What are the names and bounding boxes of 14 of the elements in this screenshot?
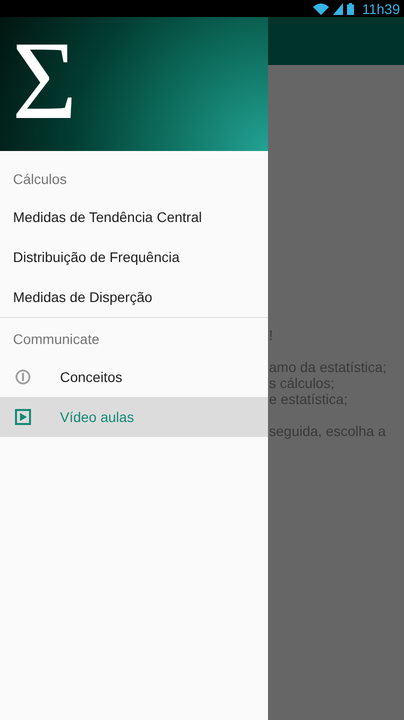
sigma-logo: Σ [12, 25, 78, 137]
content-text: ! [268, 327, 274, 343]
battery-icon [347, 2, 354, 14]
signal-icon [333, 2, 344, 14]
drawer-item[interactable]: Medidas de Disperção [0, 277, 268, 317]
section-header: Communicate [13, 330, 100, 348]
clock: 11h39 [362, 2, 400, 16]
info-icon [15, 369, 31, 385]
drawer-item[interactable]: Medidas de Tendência Central [0, 197, 268, 237]
wifi-icon [313, 2, 330, 14]
section-header: Cálculos [13, 170, 67, 188]
play-icon [15, 409, 31, 425]
drawer-item[interactable]: Conceitos [0, 357, 268, 397]
drawer-item[interactable]: Distribuição de Frequência [0, 237, 268, 277]
